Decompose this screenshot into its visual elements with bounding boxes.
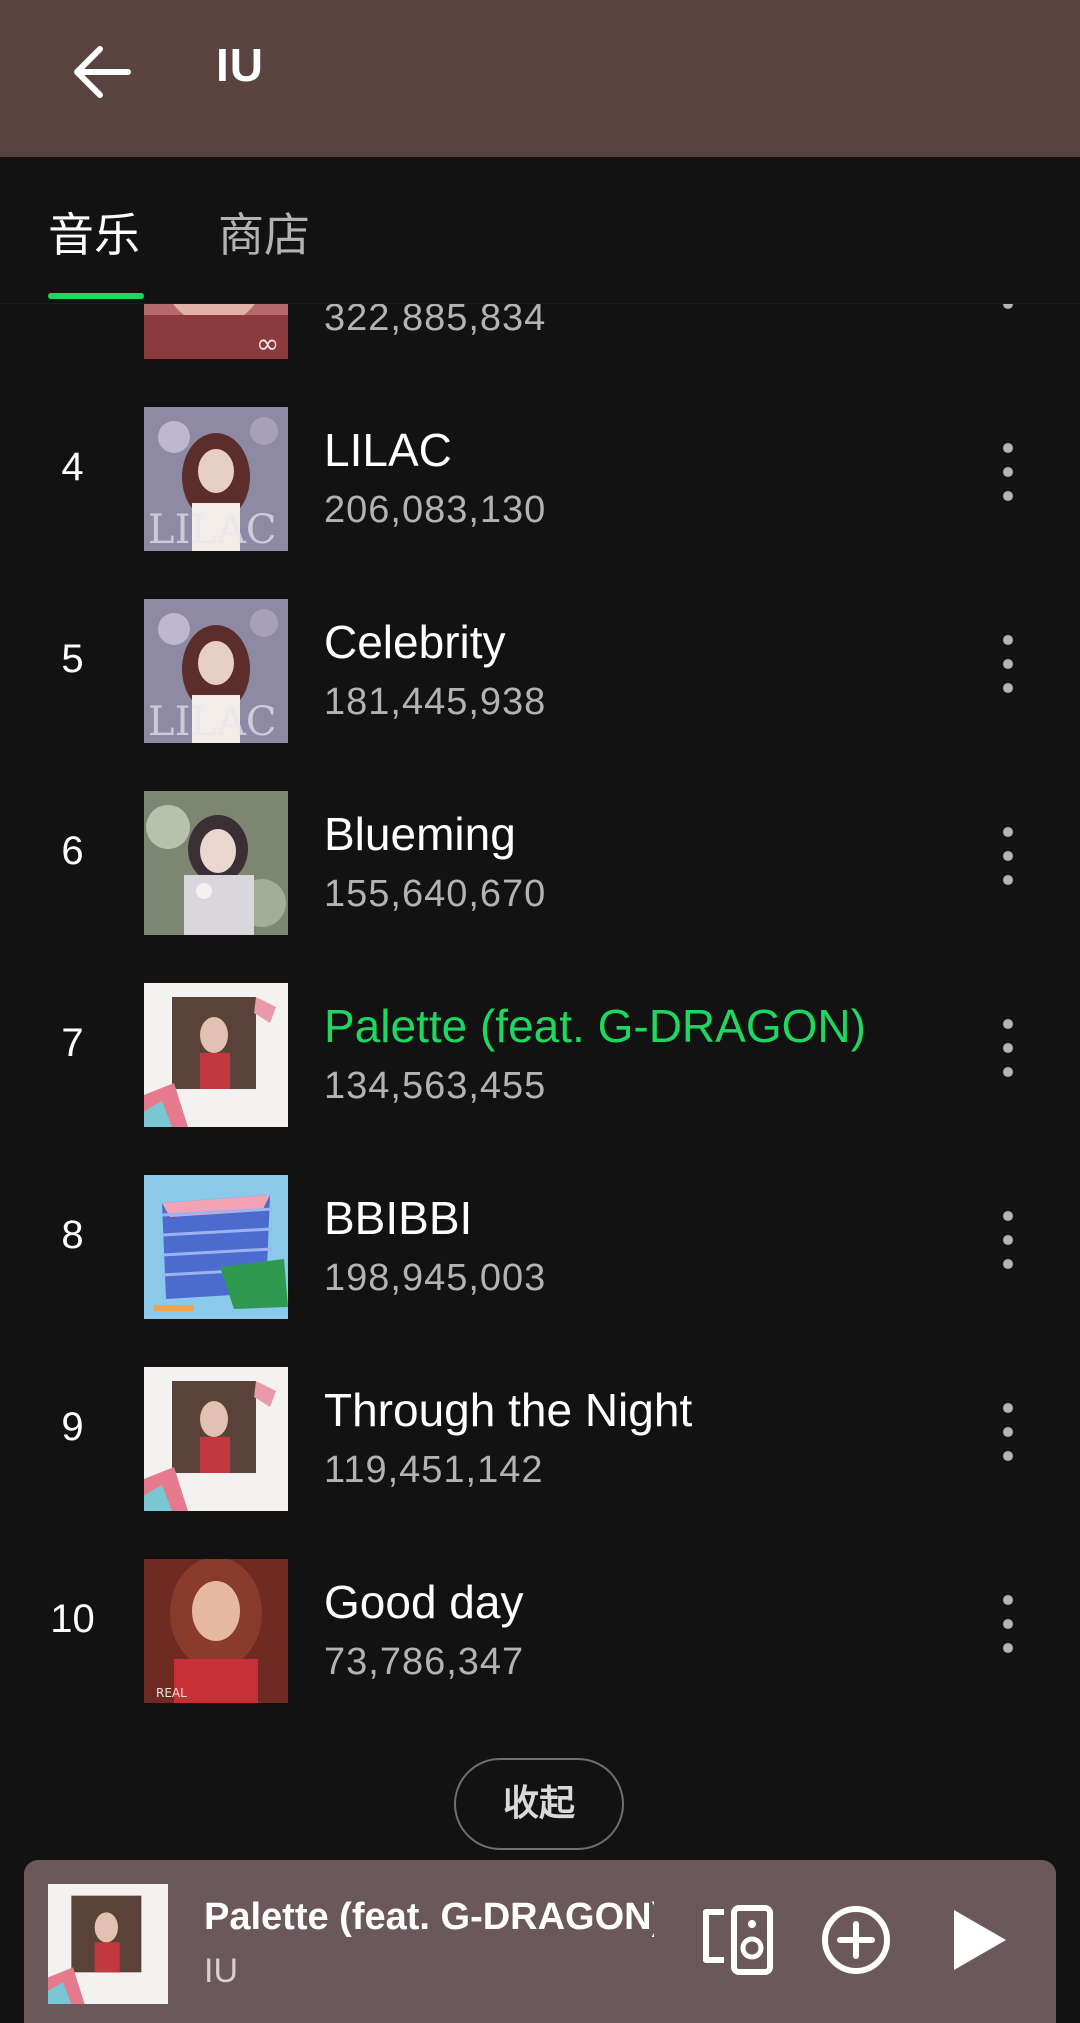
track-row[interactable]: 5 LILAC Celebrity 181,445,938 — [0, 577, 1080, 769]
track-play-count: 198,945,003 — [324, 1257, 547, 1299]
track-title: BBIBBI — [324, 1192, 473, 1244]
track-play-count: 322,885,834 — [324, 303, 547, 339]
mini-player[interactable]: Palette (feat. G-DRAGON) IU — [24, 1860, 1056, 2023]
svg-text:LILAC: LILAC — [148, 699, 276, 743]
back-arrow-icon[interactable] — [66, 36, 138, 108]
svg-text:LILAC: LILAC — [148, 507, 276, 551]
track-row[interactable]: 7 Palette (feat. G-DRAGON) 134,563,455 — [0, 961, 1080, 1153]
more-options-icon[interactable] — [994, 1403, 1022, 1475]
collapse-button[interactable]: 收起 — [454, 1758, 624, 1850]
album-art: ∞ — [144, 303, 288, 359]
now-playing-artist: IU — [204, 1952, 238, 1990]
track-row[interactable]: 9 Through the Night 119,451,142 — [0, 1345, 1080, 1537]
album-art: LILAC — [144, 599, 288, 743]
album-art: LILAC — [144, 407, 288, 551]
track-play-count: 155,640,670 — [324, 873, 547, 915]
track-play-count: 73,786,347 — [324, 1641, 525, 1683]
track-row[interactable]: 8 BBIBBI 198,945,003 — [0, 1153, 1080, 1345]
active-tab-indicator — [48, 293, 144, 299]
track-rank: 8 — [61, 1213, 84, 1257]
more-options-icon[interactable] — [994, 1019, 1022, 1091]
track-rank: 6 — [61, 829, 84, 873]
more-options-icon[interactable] — [994, 635, 1022, 707]
more-options-icon[interactable] — [994, 1595, 1022, 1667]
track-play-count: 119,451,142 — [324, 1449, 544, 1491]
top-bar: IU — [0, 0, 1080, 157]
tab-bar: 音乐 商店 — [0, 157, 1080, 304]
album-art — [144, 1367, 288, 1511]
track-rank: 4 — [61, 445, 84, 489]
track-rank: 7 — [61, 1021, 84, 1065]
track-title: Celebrity — [324, 616, 506, 668]
track-row[interactable]: 3 ∞ 322,885,834 — [0, 303, 1080, 385]
tab-store[interactable]: 商店 — [218, 199, 310, 265]
track-row[interactable]: 6 Blueming 155,640,670 — [0, 769, 1080, 961]
now-playing-title: Palette (feat. G-DRAGON) — [204, 1896, 654, 1938]
track-row[interactable]: 4 LILAC LILAC 206,083,130 — [0, 385, 1080, 577]
more-options-icon[interactable] — [994, 827, 1022, 899]
devices-icon[interactable] — [694, 1898, 778, 1982]
more-options-icon[interactable] — [994, 443, 1022, 515]
track-play-count: 206,083,130 — [324, 489, 547, 531]
svg-text:∞: ∞ — [256, 327, 279, 359]
track-play-count: 134,563,455 — [324, 1065, 547, 1107]
track-rank: 10 — [50, 1597, 95, 1641]
track-title: Through the Night — [324, 1384, 693, 1436]
track-title: Palette (feat. G-DRAGON) — [324, 1000, 866, 1052]
svg-text:REAL: REAL — [156, 1686, 187, 1700]
more-options-icon[interactable] — [994, 303, 1022, 323]
more-options-icon[interactable] — [994, 1211, 1022, 1283]
track-list: 3 ∞ 322,885,834 4 LILAC — [0, 303, 1080, 1703]
tab-music[interactable]: 音乐 — [48, 199, 140, 265]
track-title: Blueming — [324, 808, 516, 860]
track-play-count: 181,445,938 — [324, 681, 547, 723]
album-art: REAL — [144, 1559, 288, 1703]
play-icon[interactable] — [936, 1898, 1020, 1982]
track-rank: 9 — [61, 1405, 84, 1449]
track-title: LILAC — [324, 424, 452, 476]
now-playing-album-art — [48, 1884, 168, 2004]
track-rank: 5 — [61, 637, 84, 681]
page-title: IU — [216, 39, 264, 91]
track-title: Good day — [324, 1576, 524, 1628]
track-row[interactable]: 10 REAL Good day 73,786,347 — [0, 1537, 1080, 1703]
add-circle-icon[interactable] — [814, 1898, 898, 1982]
album-art — [144, 983, 288, 1127]
album-art — [144, 791, 288, 935]
album-art — [144, 1175, 288, 1319]
